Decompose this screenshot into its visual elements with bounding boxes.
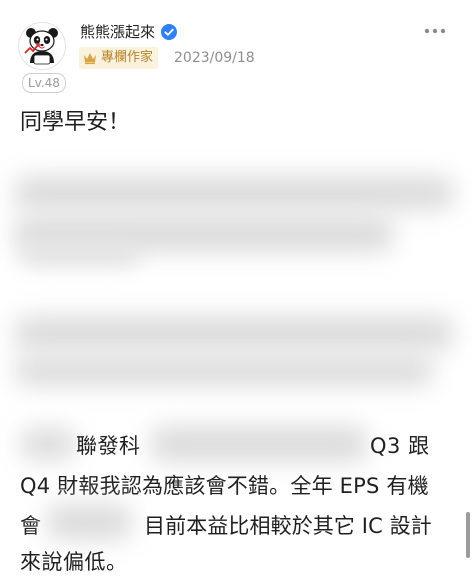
post-line-3-suffix: 目前本益比相較於其它 IC 設計 bbox=[144, 514, 432, 538]
more-options-icon[interactable] bbox=[424, 24, 446, 38]
post-line-3-prefix: 會 bbox=[20, 514, 42, 538]
crown-icon bbox=[84, 53, 96, 65]
columnist-label: 專欄作家 bbox=[101, 50, 154, 65]
author-avatar[interactable] bbox=[18, 22, 66, 70]
author-name[interactable]: 熊熊漲起來 bbox=[80, 21, 155, 42]
post-line-2: Q4 財報我認為應該會不錯。全年 EPS 有機 bbox=[20, 474, 429, 498]
redacted-inline-1 bbox=[20, 428, 76, 460]
post-line-4: 來說偏低。 bbox=[20, 550, 128, 574]
redacted-inline-3 bbox=[46, 504, 132, 540]
forum-post: 熊熊漲起來 專欄作家 2023/09/18 Lv.48 同學早安！ 聯發科 Q3… bbox=[0, 0, 474, 586]
post-greeting: 同學早安！ bbox=[20, 110, 131, 135]
columnist-badge: 專欄作家 bbox=[79, 47, 159, 69]
level-badge: Lv.48 bbox=[22, 73, 66, 93]
post-line-1b: Q3 跟 bbox=[370, 434, 430, 458]
scrollbar[interactable] bbox=[466, 512, 470, 558]
panda-avatar-icon bbox=[19, 23, 65, 69]
redacted-inline-2 bbox=[150, 426, 368, 462]
post-date: 2023/09/18 bbox=[174, 50, 255, 66]
post-line-1a: 聯發科 bbox=[76, 434, 141, 458]
verified-check-icon bbox=[161, 24, 177, 40]
